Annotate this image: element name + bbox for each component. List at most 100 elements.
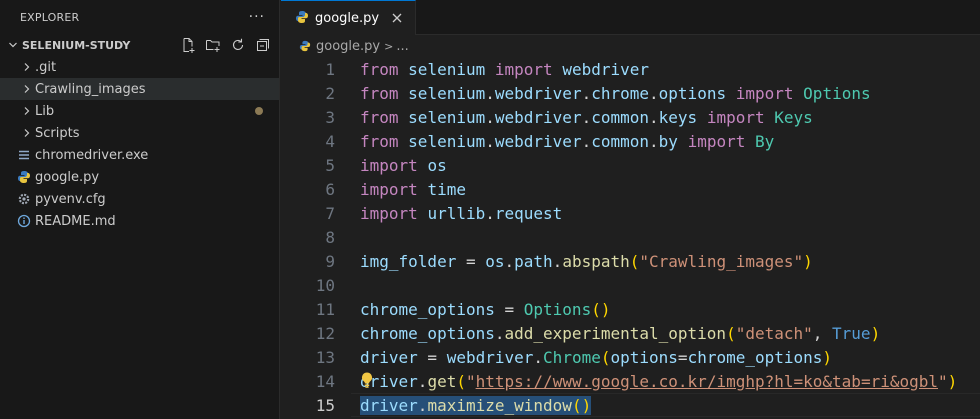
line-number: 11: [315, 299, 335, 319]
code-line[interactable]: 15 driver.maximize_window(): [281, 393, 980, 417]
breadcrumb-symbols[interactable]: ...: [396, 39, 408, 54]
tree-item-label: Lib: [35, 103, 55, 119]
lightbulb-icon[interactable]: [360, 371, 374, 389]
code-token: keys: [658, 107, 698, 127]
code-token: .: [649, 107, 659, 127]
code-token: .: [504, 251, 515, 271]
refresh-icon[interactable]: [230, 37, 246, 53]
code-line[interactable]: 1 from selenium import webdriver: [281, 57, 980, 81]
workspace-header[interactable]: SELENIUM-STUDY: [0, 34, 279, 56]
code-token: .: [581, 83, 592, 103]
code-token: .: [581, 131, 592, 151]
exe-icon: [16, 147, 32, 163]
tree-item-label: Crawling_images: [35, 81, 146, 97]
tab-google-py[interactable]: google.py: [281, 0, 417, 35]
workspace-actions: [180, 37, 279, 53]
line-number: 13: [315, 347, 335, 367]
code-token: "detach": [735, 323, 813, 343]
new-file-icon[interactable]: [180, 37, 196, 53]
code-line[interactable]: 13 driver = webdriver.Chrome(options=chro…: [281, 345, 980, 369]
code-line[interactable]: 5 import os: [281, 153, 980, 177]
code-line[interactable]: 12 chrome_options.add_experimental_option…: [281, 321, 980, 345]
code-editor[interactable]: 1 from selenium import webdriver 2 from sel…: [281, 57, 980, 417]
tree-file-pyvenv-cfg[interactable]: pyvenv.cfg: [0, 188, 279, 210]
code-token: webdriver: [446, 347, 534, 367]
code-token: chrome_options: [687, 347, 823, 367]
code-token: driver: [360, 347, 418, 367]
code-token: time: [427, 179, 466, 199]
tree-file-readme[interactable]: README.md: [0, 210, 279, 232]
code-token: True: [832, 323, 871, 343]
close-icon[interactable]: [389, 10, 405, 26]
code-line[interactable]: 4 from selenium.webdriver.common.by impor…: [281, 129, 980, 153]
code-line[interactable]: 8: [281, 225, 980, 249]
tree-file-google-py[interactable]: google.py: [0, 166, 279, 188]
code-token: import: [360, 203, 418, 223]
code-line[interactable]: 10: [281, 273, 980, 297]
line-number: 9: [325, 251, 335, 271]
code-line[interactable]: 3 from selenium.webdriver.common.keys imp…: [281, 105, 980, 129]
code-token: ): [803, 251, 813, 271]
code-token: os: [485, 251, 505, 271]
code-token: from: [360, 83, 399, 103]
tree-folder-scripts[interactable]: Scripts: [0, 122, 279, 144]
code-line[interactable]: 9 img_folder = os.path.abspath("Crawling_…: [281, 249, 980, 273]
code-token: os: [427, 155, 447, 175]
breadcrumb-file[interactable]: google.py: [316, 39, 380, 54]
code-text: img_folder = os.path.abspath("Crawling_i…: [360, 252, 813, 271]
code-line[interactable]: 7 import urllib.request: [281, 201, 980, 225]
new-folder-icon[interactable]: [205, 37, 221, 53]
code-token: import: [687, 131, 746, 151]
line-number: 8: [325, 227, 335, 247]
code-token: chrome_options: [360, 299, 495, 319]
tree-folder-lib[interactable]: Lib: [0, 100, 279, 122]
code-line[interactable]: 6 import time: [281, 177, 980, 201]
line-number: 3: [325, 107, 335, 127]
code-line[interactable]: 2 from selenium.webdriver.chrome.options …: [281, 81, 980, 105]
breadcrumb-separator: >: [384, 39, 394, 53]
code-token: .: [485, 83, 495, 103]
python-icon: [16, 169, 32, 185]
code-token: =: [677, 347, 688, 367]
code-token: .: [552, 251, 563, 271]
code-token: common: [591, 131, 650, 151]
breadcrumb: google.py > ...: [281, 35, 980, 57]
code-token: common: [591, 107, 650, 127]
explorer-sidebar: EXPLORER ··· SELENIUM-STUDY .git Crawlin…: [0, 0, 280, 419]
tree-folder-crawling-images[interactable]: Crawling_images: [0, 78, 279, 100]
code-token: (: [629, 251, 640, 271]
code-token: import: [360, 179, 418, 199]
code-token: img_folder: [360, 251, 457, 271]
more-actions-icon[interactable]: ···: [249, 9, 265, 25]
code-token: https://www.google.co.kr/imghp?hl=ko&tab…: [475, 371, 938, 391]
code-text: from selenium import webdriver: [360, 60, 649, 79]
tree-file-chromedriver[interactable]: chromedriver.exe: [0, 144, 279, 166]
code-token: driver: [360, 395, 418, 415]
tab-label: google.py: [315, 10, 380, 26]
code-text: from selenium.webdriver.common.by import…: [360, 132, 774, 151]
collapse-all-icon[interactable]: [255, 37, 271, 53]
code-token: by: [658, 131, 678, 151]
code-token: .: [533, 347, 544, 367]
code-token: webdriver: [562, 59, 650, 79]
code-line[interactable]: 11 chrome_options = Options(): [281, 297, 980, 321]
code-text: import time: [360, 180, 466, 199]
code-token: ,: [812, 323, 833, 343]
code-token: Options: [803, 83, 871, 103]
code-token: webdriver: [494, 131, 582, 151]
tree-folder-git[interactable]: .git: [0, 56, 279, 78]
tab-bar: google.py: [281, 0, 980, 35]
line-number: 14: [315, 371, 335, 391]
code-token: .: [485, 131, 495, 151]
code-token: Keys: [774, 107, 813, 127]
code-text: from selenium.webdriver.chrome.options i…: [360, 84, 871, 103]
code-line[interactable]: 14 driver.get("https://www.google.co.kr/i…: [281, 369, 980, 393]
tree-item-label: Scripts: [35, 125, 80, 141]
modified-dot-icon: [255, 107, 263, 115]
